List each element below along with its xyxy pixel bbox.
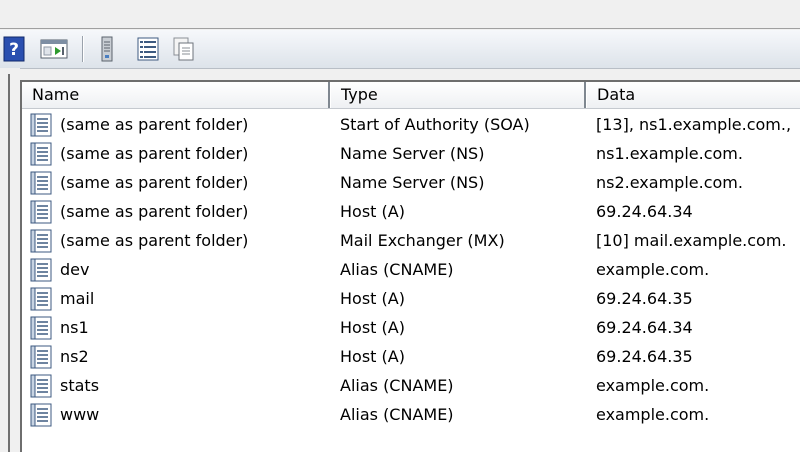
table-row[interactable]: (same as parent folder) Name Server (NS) n… (22, 168, 800, 197)
record-type: Host (A) (340, 318, 405, 337)
dns-record-icon (30, 287, 52, 311)
record-name: (same as parent folder) (60, 115, 249, 134)
record-type: Alias (CNAME) (340, 405, 454, 424)
toolbar-separator (82, 36, 84, 62)
table-row[interactable]: (same as parent folder) Host (A) 69.24.64.… (22, 197, 800, 226)
record-data: [10] mail.example.com. (596, 231, 787, 250)
server-button[interactable] (98, 36, 116, 62)
table-row[interactable]: (same as parent folder) Name Server (NS) n… (22, 139, 800, 168)
toolbar: ? (0, 30, 800, 69)
record-type: Alias (CNAME) (340, 260, 454, 279)
record-data: example.com. (596, 405, 710, 424)
help-icon: ? (3, 36, 25, 62)
record-name: (same as parent folder) (60, 202, 249, 221)
dns-record-icon (30, 200, 52, 224)
table-row[interactable]: (same as parent folder) Start of Authorit… (22, 110, 800, 139)
help-button[interactable]: ? (2, 36, 26, 62)
server-icon (101, 36, 113, 62)
record-name: ns2 (60, 347, 89, 366)
record-data: example.com. (596, 260, 710, 279)
table-row[interactable]: ns2 Host (A) 69.24.64.35 (22, 342, 800, 371)
menu-bar (0, 0, 800, 29)
record-name: www (60, 405, 100, 424)
records-list: Name Type Data (same as parent folder) St… (20, 80, 800, 452)
dns-record-icon (30, 316, 52, 340)
record-name: (same as parent folder) (60, 231, 249, 250)
record-name: (same as parent folder) (60, 173, 249, 192)
list-header: Name Type Data (22, 82, 800, 109)
column-header-name[interactable]: Name (22, 82, 328, 108)
dns-record-icon (30, 258, 52, 282)
record-type: Alias (CNAME) (340, 376, 454, 395)
list-view-icon (137, 37, 159, 61)
dns-record-icon (30, 403, 52, 427)
dns-manager-window: ? Name Type Data (same as parent folder)… (0, 0, 800, 452)
table-row[interactable]: dev Alias (CNAME) example.com. (22, 255, 800, 284)
table-row[interactable]: www Alias (CNAME) example.com. (22, 400, 800, 429)
table-row[interactable]: ns1 Host (A) 69.24.64.34 (22, 313, 800, 342)
records-rows: (same as parent folder) Start of Authorit… (22, 110, 800, 429)
record-type: Host (A) (340, 202, 405, 221)
record-type: Name Server (NS) (340, 144, 485, 163)
record-type: Host (A) (340, 289, 405, 308)
dns-record-icon (30, 229, 52, 253)
column-header-type[interactable]: Type (331, 82, 583, 108)
record-data: 69.24.64.34 (596, 202, 693, 221)
console-icon (40, 39, 68, 59)
record-data: ns1.example.com. (596, 144, 743, 163)
record-type: Name Server (NS) (340, 173, 485, 192)
svg-text:?: ? (9, 40, 19, 60)
record-type: Start of Authority (SOA) (340, 115, 530, 134)
record-data: 69.24.64.34 (596, 318, 693, 337)
record-type: Host (A) (340, 347, 405, 366)
tree-pane-edge (0, 68, 20, 452)
record-data: 69.24.64.35 (596, 289, 693, 308)
record-name: ns1 (60, 318, 89, 337)
pane-splitter[interactable] (8, 74, 10, 452)
export-list-button[interactable] (172, 36, 196, 62)
record-name: mail (60, 289, 95, 308)
table-row[interactable]: stats Alias (CNAME) example.com. (22, 371, 800, 400)
dns-record-icon (30, 113, 52, 137)
dns-record-icon (30, 142, 52, 166)
column-header-data[interactable]: Data (587, 82, 800, 108)
record-name: (same as parent folder) (60, 144, 249, 163)
record-name: stats (60, 376, 100, 395)
export-list-icon (173, 37, 194, 61)
dns-record-icon (30, 345, 52, 369)
record-data: example.com. (596, 376, 710, 395)
console-button[interactable] (40, 36, 68, 62)
record-data: [13], ns1.example.com., (596, 115, 792, 134)
record-data: 69.24.64.35 (596, 347, 693, 366)
table-row[interactable]: mail Host (A) 69.24.64.35 (22, 284, 800, 313)
dns-record-icon (30, 171, 52, 195)
record-data: ns2.example.com. (596, 173, 743, 192)
table-row[interactable]: (same as parent folder) Mail Exchanger (M… (22, 226, 800, 255)
list-view-button[interactable] (136, 36, 160, 62)
dns-record-icon (30, 374, 52, 398)
record-type: Mail Exchanger (MX) (340, 231, 505, 250)
record-name: dev (60, 260, 90, 279)
